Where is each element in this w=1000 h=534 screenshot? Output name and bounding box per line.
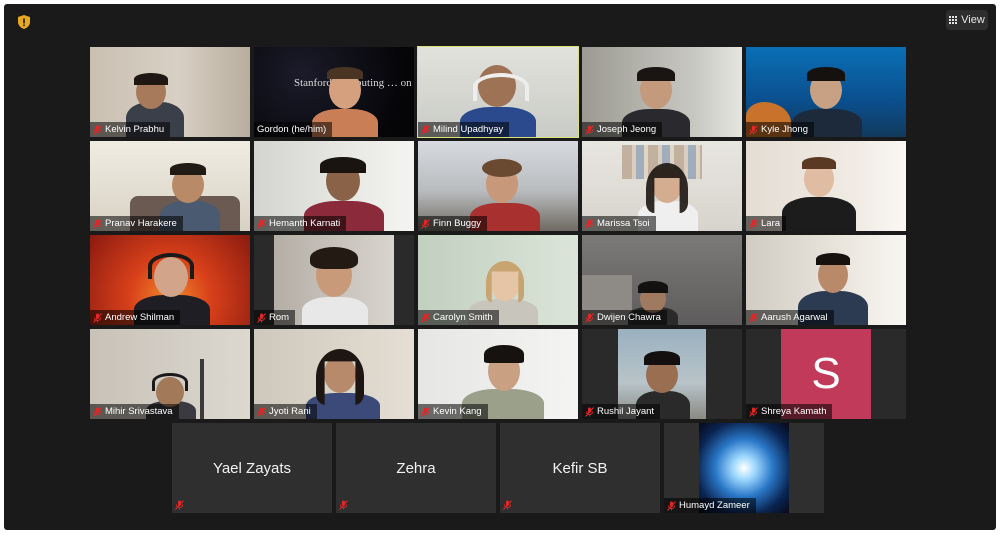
muted-mic-icon	[93, 124, 102, 135]
participant-tile[interactable]: Carolyn Smith	[418, 235, 578, 325]
muted-mic-icon	[667, 500, 676, 511]
view-button[interactable]: View	[946, 10, 988, 30]
participant-tile[interactable]: Rushil Jayant	[582, 329, 742, 419]
participant-name: Andrew Shilman	[105, 312, 175, 323]
muted-mic-icon	[421, 218, 430, 229]
participant-name: Gordon (he/him)	[257, 124, 327, 135]
participant-name-tag: Joseph Jeong	[582, 122, 663, 137]
participant-tile[interactable]: Pranav Harakere	[90, 141, 250, 231]
participant-tile[interactable]: Yael Zayats	[172, 423, 332, 513]
muted-mic-icon	[93, 406, 102, 417]
muted-mic-icon	[503, 500, 512, 510]
muted-mic-icon	[749, 218, 758, 229]
participant-tile[interactable]: Hemanth Karnati	[254, 141, 414, 231]
muted-mic-icon	[749, 312, 758, 323]
participant-tile[interactable]: S Shreya Kamath	[746, 329, 906, 419]
participant-tile[interactable]: Kevin Kang	[418, 329, 578, 419]
participant-name: Dwijen Chawra	[597, 312, 661, 323]
muted-mic-icon	[93, 312, 102, 323]
participant-name-tag: Milind Upadhyay	[418, 122, 510, 137]
muted-mic-icon	[339, 500, 348, 510]
participant-name: Marissa Tsoi	[597, 218, 650, 229]
participant-name: Lara	[761, 218, 781, 229]
muted-mic-icon	[421, 124, 430, 135]
participant-tile[interactable]: Kefir SB	[500, 423, 660, 513]
participant-name: Aarush Agarwal	[761, 312, 828, 323]
participant-name-tag: Lara	[746, 216, 787, 231]
participant-tile[interactable]: Lara	[746, 141, 906, 231]
participant-name: Shreya Kamath	[761, 406, 827, 417]
participant-name-tag: Gordon (he/him)	[254, 122, 333, 137]
participant-name-tag: Finn Buggy	[418, 216, 488, 231]
participant-tile[interactable]: Finn Buggy	[418, 141, 578, 231]
participant-name: Rom	[269, 312, 290, 323]
participant-tile[interactable]: Zehra	[336, 423, 496, 513]
muted-mic-icon	[749, 406, 758, 417]
participant-tile[interactable]: Marissa Tsoi	[582, 141, 742, 231]
muted-mic-icon	[585, 124, 594, 135]
participant-name: Kelvin Prabhu	[105, 124, 165, 135]
zoom-meeting-window: View Kelvin Prabhu Stanford Computing … …	[4, 4, 996, 530]
participant-name-tag: Hemanth Karnati	[254, 216, 347, 231]
participant-display-name: Zehra	[396, 459, 436, 477]
participant-name: Kevin Kang	[433, 406, 482, 417]
muted-mic-icon	[585, 406, 594, 417]
participant-tile[interactable]: Aarush Agarwal	[746, 235, 906, 325]
participant-tile[interactable]: Kyle Jhong	[746, 47, 906, 137]
muted-mic-icon	[585, 312, 594, 323]
participant-name-tag: Carolyn Smith	[418, 310, 499, 325]
participant-name-tag: Aarush Agarwal	[746, 310, 834, 325]
participant-name-tag: Dwijen Chawra	[582, 310, 667, 325]
participant-tile[interactable]: Andrew Shilman	[90, 235, 250, 325]
participant-name: Jyoti Rani	[269, 406, 311, 417]
participant-name: Mihir Srivastava	[105, 406, 173, 417]
muted-mic-icon	[257, 312, 266, 323]
participant-name-tag: Rom	[254, 310, 296, 325]
participant-name: Finn Buggy	[433, 218, 482, 229]
muted-mic-icon	[421, 406, 430, 417]
muted-mic-icon	[93, 218, 102, 229]
security-shield-icon[interactable]	[18, 15, 30, 29]
participant-name-tag: Mihir Srivastava	[90, 404, 179, 419]
muted-mic-icon	[257, 406, 266, 417]
participant-tile[interactable]: Joseph Jeong	[582, 47, 742, 137]
participant-name: Carolyn Smith	[433, 312, 493, 323]
muted-mic-icon	[257, 218, 266, 229]
participant-tile[interactable]: Kelvin Prabhu	[90, 47, 250, 137]
participant-name: Hemanth Karnati	[269, 218, 341, 229]
participant-tile-active-speaker[interactable]: Milind Upadhyay	[417, 46, 579, 138]
participant-name-tag: Kyle Jhong	[746, 122, 815, 137]
participant-name: Joseph Jeong	[597, 124, 657, 135]
participant-display-name: Kefir SB	[552, 459, 608, 477]
muted-mic-icon	[421, 312, 430, 323]
participant-name-tag: Rushil Jayant	[582, 404, 661, 419]
view-button-label: View	[961, 14, 985, 26]
participant-name: Humayd Zameer	[679, 500, 750, 511]
muted-mic-icon	[585, 218, 594, 229]
participant-name-tag: Kevin Kang	[418, 404, 488, 419]
participant-tile[interactable]: Humayd Zameer	[664, 423, 824, 513]
grid-view-icon	[949, 16, 958, 24]
participant-name-tag: Humayd Zameer	[664, 498, 756, 513]
participant-name: Milind Upadhyay	[433, 124, 504, 135]
participant-tile[interactable]: Stanford Computing … on Gordon (he/him)	[254, 47, 414, 137]
participant-name-tag: Pranav Harakere	[90, 216, 183, 231]
participant-tile[interactable]: Jyoti Rani	[254, 329, 414, 419]
participant-name-tag: Jyoti Rani	[254, 404, 317, 419]
participant-display-name: Yael Zayats	[212, 459, 292, 477]
participant-tile[interactable]: Rom	[254, 235, 414, 325]
participant-name-tag: Kelvin Prabhu	[90, 122, 171, 137]
muted-mic-icon	[749, 124, 758, 135]
participant-name-tag: Andrew Shilman	[90, 310, 181, 325]
participant-tile[interactable]: Mihir Srivastava	[90, 329, 250, 419]
participant-tile[interactable]: Dwijen Chawra	[582, 235, 742, 325]
participant-name: Pranav Harakere	[105, 218, 177, 229]
muted-mic-icon	[175, 500, 184, 510]
participant-name-tag: Marissa Tsoi	[582, 216, 656, 231]
participant-name-tag: Shreya Kamath	[746, 404, 833, 419]
participant-name: Rushil Jayant	[597, 406, 655, 417]
participant-name: Kyle Jhong	[761, 124, 809, 135]
